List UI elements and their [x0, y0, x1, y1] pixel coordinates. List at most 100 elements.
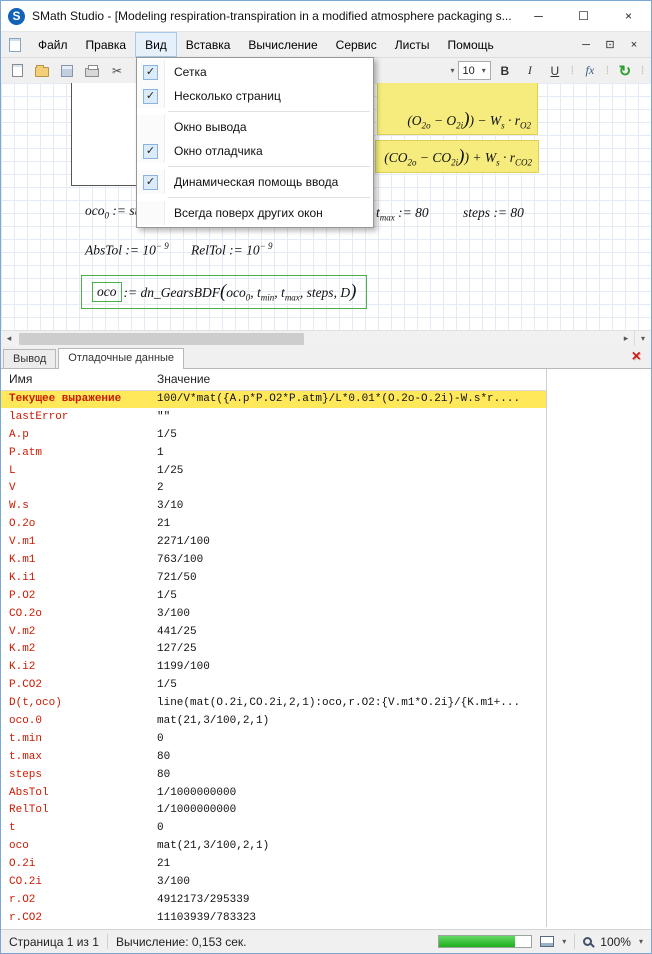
menu-Листы[interactable]: Листы [386, 32, 439, 57]
bold-button[interactable]: B [494, 61, 516, 81]
function-button[interactable]: fx [579, 61, 601, 81]
scroll-left-icon[interactable]: ◂ [1, 331, 17, 347]
mdi-close-button[interactable]: × [623, 35, 645, 55]
variable-value-cell: 21 [149, 515, 547, 533]
menu-Вычисление[interactable]: Вычисление [239, 32, 326, 57]
toolbar-overflow-icon[interactable]: ⁞ [639, 65, 646, 77]
table-row[interactable]: steps80 [1, 766, 547, 784]
toolbar-overflow-icon[interactable]: ⁞ [604, 65, 611, 77]
table-row[interactable]: CO.2i3/100 [1, 873, 547, 891]
view-menu-item[interactable]: ✓Несколько страниц [137, 84, 373, 108]
table-row[interactable]: W.s3/10 [1, 497, 547, 515]
table-row[interactable]: V.m2441/25 [1, 623, 547, 641]
table-row[interactable]: O.2i21 [1, 855, 547, 873]
table-row[interactable]: oco.0mat(21,3/100,2,1) [1, 712, 547, 730]
scroll-right-icon[interactable]: ▸ [618, 331, 634, 347]
font-size-combo[interactable]: 10 ▾ [458, 61, 491, 80]
italic-button[interactable]: I [519, 61, 541, 81]
variable-value-cell: 100/V*mat({A.p*P.O2*P.atm}/L*0.01*(O.2o-… [149, 390, 547, 408]
table-row[interactable]: CO.2o3/100 [1, 605, 547, 623]
tab-debug-data[interactable]: Отладочные данные [58, 348, 184, 369]
print-button[interactable] [81, 61, 103, 81]
menu-Сервис[interactable]: Сервис [327, 32, 386, 57]
table-row[interactable]: K.m2127/25 [1, 640, 547, 658]
table-header-row: Имя Значение [1, 369, 547, 390]
cut-button[interactable]: ✂ [106, 61, 128, 81]
formula-gears-lhs: oco [92, 282, 122, 302]
table-row[interactable]: D(t,oco)line(mat(O.2i,CO.2i,2,1):oco,r.O… [1, 694, 547, 712]
variable-value-cell: 441/25 [149, 623, 547, 641]
formula-gears-box[interactable]: oco := dn_GearsBDF(oco0, tmin, tmax, ste… [81, 275, 367, 309]
open-button[interactable] [31, 61, 53, 81]
maximize-button[interactable]: ☐ [561, 1, 606, 31]
table-row[interactable]: t0 [1, 819, 547, 837]
toolbar-overflow-icon[interactable]: ⁞ [569, 65, 576, 77]
view-menu-item[interactable]: Окно вывода [137, 115, 373, 139]
zoom-magnifier-icon[interactable] [583, 937, 592, 946]
variable-value-cell: 1/5 [149, 426, 547, 444]
menu-Файл[interactable]: Файл [29, 32, 77, 57]
menu-Вставка[interactable]: Вставка [177, 32, 240, 57]
view-menu-item[interactable]: ✓Динамическая помощь ввода [137, 170, 373, 194]
progress-fill [439, 936, 514, 947]
view-menu-item[interactable]: ✓Сетка [137, 60, 373, 84]
formula-tmax[interactable]: tmax := 80 [376, 205, 429, 223]
zoom-arrow-icon[interactable]: ▾ [639, 937, 643, 946]
font-combo-arrow-icon[interactable]: ▾ [451, 66, 455, 75]
table-row[interactable]: L1/25 [1, 462, 547, 480]
panel-close-icon[interactable]: × [632, 348, 641, 366]
table-row[interactable]: O.2o21 [1, 515, 547, 533]
checkmark-icon: ✓ [143, 65, 158, 80]
table-row[interactable]: V2 [1, 479, 547, 497]
variable-name-cell: AbsTol [1, 784, 149, 802]
page-view-arrow-icon[interactable]: ▾ [562, 937, 566, 946]
table-row[interactable]: K.i1721/50 [1, 569, 547, 587]
save-button[interactable] [56, 61, 78, 81]
scroll-down-icon[interactable]: ▾ [634, 331, 651, 347]
table-row[interactable]: r.O24912173/295339 [1, 891, 547, 909]
horizontal-scrollbar[interactable]: ◂ ▸ ▾ [1, 330, 651, 346]
table-row[interactable]: t.min0 [1, 730, 547, 748]
view-menu-item[interactable]: Всегда поверх других окон [137, 201, 373, 225]
statusbar-separator [574, 934, 575, 949]
table-row[interactable]: K.m1763/100 [1, 551, 547, 569]
highlighted-formula-co2[interactable]: (CO2o − CO2i)) + Ws · rCO2 [375, 140, 539, 173]
table-row[interactable]: Текущее выражение100/V*mat({A.p*P.O2*P.a… [1, 390, 547, 408]
scrollbar-thumb[interactable] [19, 333, 304, 345]
formula-abstol[interactable]: AbsTol := 10− 9 [85, 241, 169, 259]
menu-Правка[interactable]: Правка [77, 32, 136, 57]
new-page-button[interactable] [6, 61, 28, 81]
variable-name-cell: CO.2i [1, 873, 149, 891]
table-row[interactable]: r.CO211103939/783323 [1, 909, 547, 927]
table-row[interactable]: V.m12271/100 [1, 533, 547, 551]
table-row[interactable]: A.p1/5 [1, 426, 547, 444]
table-row[interactable]: ocomat(21,3/100,2,1) [1, 837, 547, 855]
menu-Вид[interactable]: Вид [135, 32, 177, 57]
mdi-minimize-button[interactable]: ─ [575, 35, 597, 55]
close-button[interactable]: × [606, 1, 651, 31]
mdi-restore-button[interactable]: ⊡ [599, 35, 621, 55]
formula-reltol[interactable]: RelTol := 10− 9 [191, 241, 272, 259]
zoom-level[interactable]: 100% [600, 935, 631, 949]
recalculate-button[interactable]: ↻ [614, 61, 636, 81]
table-row[interactable]: t.max80 [1, 748, 547, 766]
table-row[interactable]: AbsTol1/1000000000 [1, 784, 547, 802]
underline-button[interactable]: U [544, 61, 566, 81]
titlebar: S SMath Studio - [Modeling respiration-t… [1, 1, 651, 31]
tab-output[interactable]: Вывод [3, 349, 56, 368]
menu-Помощь[interactable]: Помощь [438, 32, 502, 57]
highlighted-formula-o2[interactable]: (O2o − O2i)) − Ws · rO2 [377, 83, 538, 135]
table-row[interactable]: lastError"" [1, 408, 547, 426]
variable-value-cell: 80 [149, 748, 547, 766]
table-row[interactable]: P.O21/5 [1, 587, 547, 605]
column-header-name: Имя [1, 369, 149, 390]
document-icon [9, 38, 21, 52]
table-row[interactable]: RelTol1/1000000000 [1, 801, 547, 819]
minimize-button[interactable]: ─ [516, 1, 561, 31]
page-view-icon[interactable] [540, 936, 554, 947]
table-row[interactable]: K.i21199/100 [1, 658, 547, 676]
view-menu-item[interactable]: ✓Окно отладчика [137, 139, 373, 163]
table-row[interactable]: P.atm1 [1, 444, 547, 462]
formula-steps[interactable]: steps := 80 [463, 205, 524, 221]
table-row[interactable]: P.CO21/5 [1, 676, 547, 694]
